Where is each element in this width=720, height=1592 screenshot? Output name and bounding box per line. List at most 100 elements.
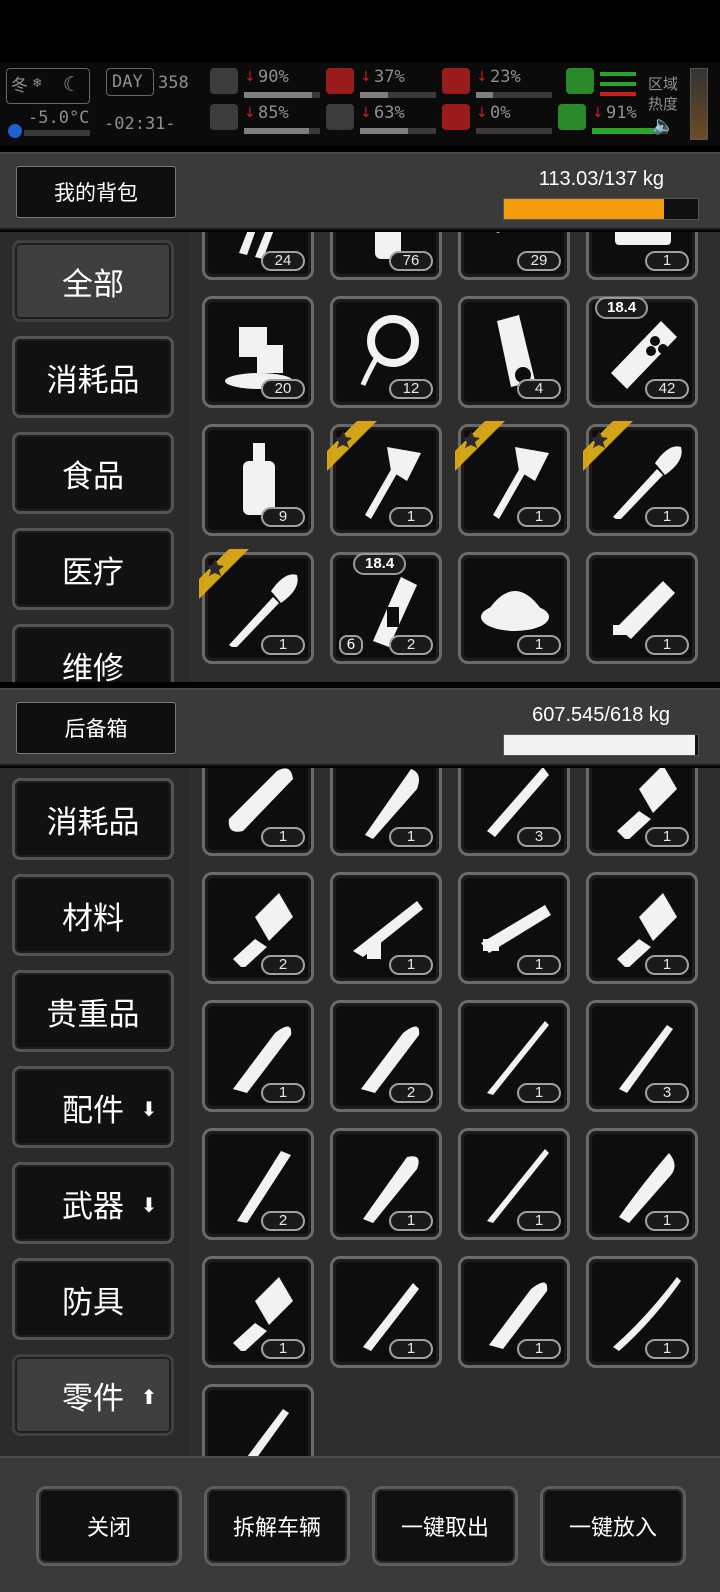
item-slot[interactable]: 1 [458,872,570,984]
item-count: 1 [389,1339,433,1359]
stat-bar-fill [360,92,389,98]
down-arrow-icon: ↓ [244,69,256,85]
item-durability: 18.4 [595,297,649,319]
category-tab[interactable]: 消耗品 [12,778,174,860]
category-label: 配件 [62,1092,124,1129]
stat-value: 90% [258,67,289,87]
item-slot[interactable]: 1 [458,552,570,664]
backpack-header: 我的背包 113.03/137 kg [0,152,720,230]
item-slot[interactable]: 2 [330,1000,442,1112]
item-slot[interactable]: 24 [202,232,314,280]
category-label: 贵重品 [46,996,140,1033]
item-slot[interactable]: 1 [586,768,698,856]
item-sub-count: 6 [339,635,363,655]
stat-value: 63% [374,103,405,123]
item-slot[interactable]: 20 [202,296,314,408]
item-slot[interactable]: 29 [458,232,570,280]
item-count: 2 [261,1211,305,1231]
item-count: 9 [261,507,305,527]
trunk-item-grid[interactable]: 1 1 3 1 2 1 1 1 1 2 1 3 2 1 1 1 1 1 1 1 [190,768,720,1456]
item-slot[interactable]: 1 [330,768,442,856]
category-tab[interactable]: 配件 ⬇ [12,1066,174,1148]
season-weather-box: 冬 ❄ ☾ [6,68,90,104]
item-slot[interactable] [202,1384,314,1456]
category-label: 材料 [62,900,124,937]
item-slot[interactable]: 1 [330,1256,442,1368]
category-tab[interactable]: 零件 ⬆ [12,1354,174,1436]
category-tab[interactable]: 贵重品 [12,970,174,1052]
area-heat-meter [690,68,708,140]
category-label: 医疗 [62,554,124,591]
item-slot[interactable]: 1 [586,872,698,984]
item-count: 76 [389,251,433,271]
item-slot[interactable]: 12 [330,296,442,408]
stat-value: 85% [258,103,289,123]
green-indicator [600,72,636,76]
item-count: 1 [517,507,561,527]
category-tab[interactable]: 武器 ⬇ [12,1162,174,1244]
item-slot[interactable]: 76 [330,232,442,280]
category-label: 消耗品 [46,362,140,399]
category-tab[interactable]: 材料 [12,874,174,956]
item-count: 20 [261,379,305,399]
put-all-button[interactable]: 一键放入 [540,1486,686,1566]
item-count: 1 [517,1339,561,1359]
item-slot[interactable]: 1 [330,872,442,984]
category-tab[interactable]: 食品 [12,432,174,514]
item-slot[interactable]: 1 [458,1256,570,1368]
item-count: 1 [389,507,433,527]
day-number: 358 [158,73,189,93]
item-slot[interactable]: 1 [586,232,698,280]
item-slot[interactable]: 1 [583,421,698,536]
item-slot[interactable]: 1 [330,1128,442,1240]
dagger-icon [219,1399,299,1456]
backpack-category-sidebar[interactable]: 全部消耗品食品医疗维修 [0,232,190,682]
item-slot[interactable]: 1 [202,1256,314,1368]
item-slot[interactable]: 9 [202,424,314,536]
item-count: 1 [517,635,561,655]
item-slot[interactable]: 1 [586,552,698,664]
item-slot[interactable]: 2 [202,1128,314,1240]
item-count: 1 [645,1211,689,1231]
item-slot[interactable]: 2 18.4 6 [330,552,442,664]
item-slot[interactable]: 3 [586,1000,698,1112]
stat-bar [476,92,552,98]
item-slot[interactable]: 1 [327,421,442,536]
green-indicator [600,82,636,86]
boot-top-icon [566,68,594,94]
thermometer-icon [8,124,22,138]
category-tab[interactable]: 医疗 [12,528,174,610]
category-tab[interactable]: 维修 [12,624,174,682]
down-arrow-icon: ↓ [244,105,256,121]
take-all-button[interactable]: 一键取出 [372,1486,518,1566]
action-bar: 关闭 拆解车辆 一键取出 一键放入 [0,1456,720,1592]
category-tab[interactable]: 消耗品 [12,336,174,418]
boot-icon [558,104,586,130]
item-slot[interactable]: 42 18.4 [586,296,698,408]
item-slot[interactable]: 1 [199,549,314,664]
item-slot[interactable]: 1 [586,1256,698,1368]
speaker-icon[interactable]: 🔈 [652,116,674,136]
day-label: DAY [112,72,143,92]
item-slot[interactable]: 4 [458,296,570,408]
category-tab[interactable]: 防具 [12,1258,174,1340]
item-slot[interactable]: 1 [458,1000,570,1112]
item-count: 1 [261,1339,305,1359]
item-count: 3 [645,1083,689,1103]
item-slot[interactable]: 1 [202,768,314,856]
category-label: 消耗品 [46,804,140,841]
trunk-category-sidebar[interactable]: 消耗品材料贵重品配件 ⬇ 武器 ⬇ 防具零件 ⬆ [0,768,190,1456]
snow-icon: ❄ [33,75,42,91]
medkit-icon [210,68,238,94]
category-tab[interactable]: 全部 [12,240,174,322]
item-slot[interactable]: 1 [202,1000,314,1112]
item-slot[interactable]: 2 [202,872,314,984]
backpack-item-grid[interactable]: 24 76 29 1 20 12 4 42 18.4 9 1 1 1 1 2 18.4 6 1 1 [190,232,720,682]
item-slot[interactable]: 1 [458,1128,570,1240]
item-slot[interactable]: 1 [455,421,570,536]
close-button[interactable]: 关闭 [36,1486,182,1566]
item-slot[interactable]: 3 [458,768,570,856]
item-count: 1 [389,955,433,975]
dismantle-vehicle-button[interactable]: 拆解车辆 [204,1486,350,1566]
item-slot[interactable]: 1 [586,1128,698,1240]
